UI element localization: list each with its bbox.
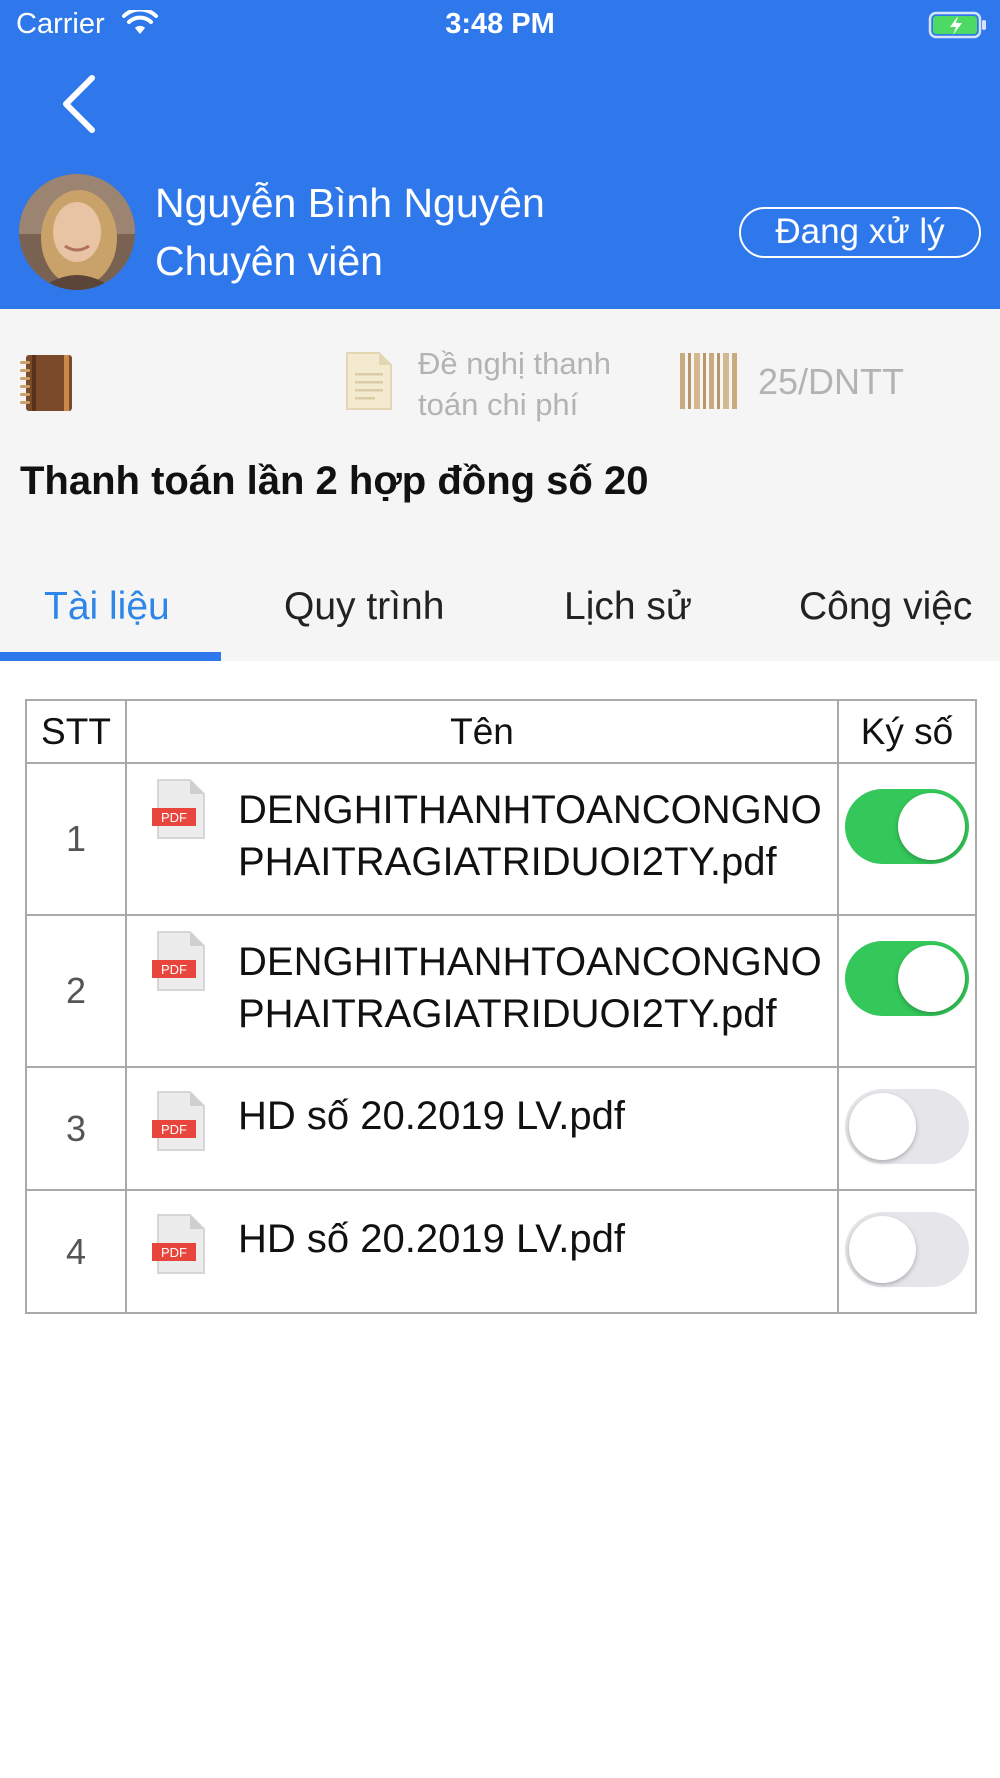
- book-icon: [20, 353, 76, 418]
- toggle-knob: [898, 945, 965, 1012]
- document-info: Đề nghị thanh toán chi phí 25/DNTT Thanh…: [0, 309, 1000, 661]
- pdf-file-icon: PDF: [152, 1213, 205, 1274]
- file-cell[interactable]: PDF HD số 20.2019 LV.pdf: [125, 1066, 839, 1191]
- file-name: HD số 20.2019 LV.pdf: [238, 1093, 625, 1138]
- document-icon: [345, 351, 393, 416]
- header-name: Tên: [125, 699, 839, 764]
- file-cell[interactable]: PDF DENGHITHANHTOANCONGNOPHAITRAGIATRIDU…: [125, 762, 839, 916]
- header-sign: Ký số: [837, 699, 977, 764]
- sign-toggle[interactable]: [845, 789, 969, 864]
- user-name: Nguyễn Bình Nguyên: [155, 180, 545, 226]
- barcode-icon: [680, 351, 738, 416]
- row-stt: 2: [25, 914, 127, 1068]
- file-name: DENGHITHANHTOANCONGNOPHAITRAGIATRIDUOI2T…: [238, 788, 822, 884]
- row-stt: 1: [25, 762, 127, 916]
- sign-toggle[interactable]: [845, 1211, 969, 1287]
- avatar: [19, 174, 135, 290]
- toggle-knob: [849, 1092, 916, 1160]
- status-badge[interactable]: Đang xử lý: [739, 207, 981, 258]
- document-type-line1: Đề nghị thanh: [418, 346, 612, 381]
- battery-charging-icon: [928, 10, 988, 45]
- file-cell[interactable]: PDF HD số 20.2019 LV.pdf: [125, 1189, 839, 1314]
- sign-cell: [837, 1189, 977, 1314]
- svg-text:PDF: PDF: [161, 810, 187, 825]
- chevron-left-icon: [63, 75, 95, 133]
- tab-cong-viec[interactable]: Công việc: [799, 571, 972, 661]
- back-button[interactable]: [52, 70, 112, 134]
- toggle-knob: [898, 793, 965, 860]
- document-code: 25/DNTT: [758, 361, 905, 402]
- document-title: Thanh toán lần 2 hợp đồng số 20: [20, 459, 649, 503]
- status-bar: Carrier 3:48 PM: [0, 0, 1000, 52]
- pdf-file-icon: PDF: [152, 931, 205, 991]
- header-stt: STT: [25, 699, 127, 764]
- table-row: 3 PDF HD số 20.2019 LV.pdf: [25, 1066, 977, 1191]
- document-table: STT Tên Ký số 1 PDF DENGHITHANHTOANCONGN…: [25, 699, 977, 1314]
- sign-toggle[interactable]: [845, 941, 969, 1016]
- pdf-file-icon: PDF: [152, 1090, 205, 1151]
- tab-tai-lieu[interactable]: Tài liệu: [44, 571, 170, 661]
- table-row: 2 PDF DENGHITHANHTOANCONGNOPHAITRAGIATRI…: [25, 914, 977, 1068]
- table-row: 4 PDF HD số 20.2019 LV.pdf: [25, 1189, 977, 1314]
- file-name: HD số 20.2019 LV.pdf: [238, 1216, 625, 1261]
- toggle-knob: [849, 1215, 916, 1283]
- pdf-file-icon: PDF: [152, 779, 205, 839]
- row-stt: 4: [25, 1189, 127, 1314]
- active-tab-indicator: [0, 652, 221, 661]
- status-time: 3:48 PM: [445, 8, 555, 40]
- tab-lich-su[interactable]: Lịch sử: [564, 571, 692, 661]
- document-type: Đề nghị thanh toán chi phí: [418, 343, 611, 425]
- tab-quy-trinh[interactable]: Quy trình: [284, 571, 444, 661]
- table-header-row: STT Tên Ký số: [25, 699, 977, 764]
- header: Carrier 3:48 PM Nguyễn Bình Nguyên Chuyê…: [0, 0, 1000, 309]
- document-type-line2: toán chi phí: [418, 387, 579, 422]
- sign-toggle[interactable]: [845, 1088, 969, 1164]
- file-name: DENGHITHANHTOANCONGNOPHAITRAGIATRIDUOI2T…: [238, 940, 822, 1036]
- user-role: Chuyên viên: [155, 238, 383, 284]
- sign-cell: [837, 762, 977, 916]
- svg-text:PDF: PDF: [161, 1245, 187, 1260]
- row-stt: 3: [25, 1066, 127, 1191]
- sign-cell: [837, 1066, 977, 1191]
- table-row: 1 PDF DENGHITHANHTOANCONGNOPHAITRAGIATRI…: [25, 762, 977, 916]
- sign-cell: [837, 914, 977, 1068]
- file-cell[interactable]: PDF DENGHITHANHTOANCONGNOPHAITRAGIATRIDU…: [125, 914, 839, 1068]
- svg-text:PDF: PDF: [161, 962, 187, 977]
- svg-text:PDF: PDF: [161, 1122, 187, 1137]
